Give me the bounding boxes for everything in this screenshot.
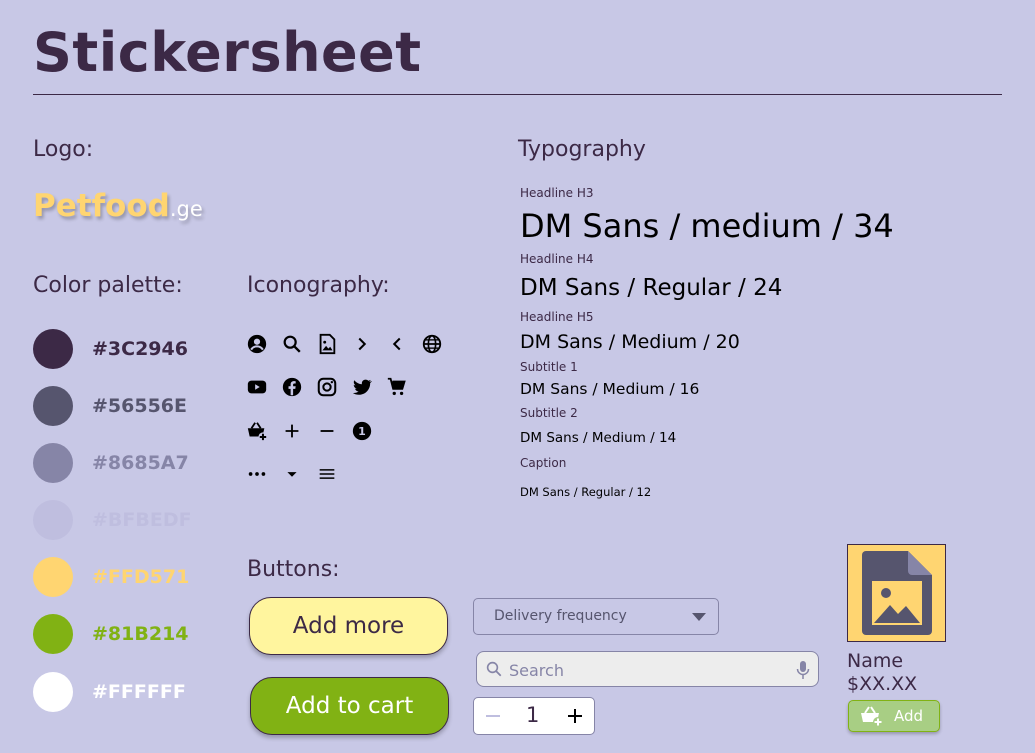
add-product-label: Add <box>894 707 924 725</box>
logo-tld: .ge <box>169 197 203 221</box>
headline-h4-sample: DM Sans / Regular / 24 <box>520 275 783 301</box>
add-to-basket-icon <box>246 420 268 442</box>
chevron-left-icon <box>386 333 408 355</box>
search-bar[interactable] <box>476 651 819 687</box>
globe-icon <box>421 333 443 355</box>
twitter-icon <box>351 376 373 398</box>
search-icon <box>486 661 502 677</box>
chevron-right-icon <box>351 333 373 355</box>
instagram-icon <box>316 376 338 398</box>
color-hex-label: #56556E <box>92 395 187 417</box>
logo-brand: Petfood <box>33 188 170 224</box>
logo-section-label: Logo: <box>33 137 94 162</box>
caption-sample: DM Sans / Regular / 12 <box>520 485 652 499</box>
menu-icon <box>316 463 338 485</box>
decrement-button[interactable] <box>484 707 502 725</box>
typography-section-label: Typography <box>518 137 646 162</box>
youtube-icon <box>246 376 268 398</box>
add-to-cart-button[interactable]: Add to cart <box>250 677 449 735</box>
chevron-down-icon <box>692 613 706 621</box>
dropdown-selected-label: Delivery frequency <box>494 608 627 624</box>
headline-h3-label: Headline H3 <box>520 186 594 200</box>
image-file-icon <box>861 551 932 635</box>
subtitle-1-label: Subtitle 1 <box>520 360 578 374</box>
microphone-icon[interactable] <box>795 660 811 680</box>
account-circle-icon <box>246 333 268 355</box>
add-product-button[interactable]: Add <box>848 700 940 732</box>
subtitle-1-sample: DM Sans / Medium / 16 <box>520 380 700 398</box>
plus-icon <box>281 420 303 442</box>
badge-number: 1 <box>358 425 366 438</box>
search-icon <box>281 333 303 355</box>
color-hex-label: #8685A7 <box>92 452 189 474</box>
color-hex-label: #81B214 <box>92 623 189 645</box>
color-swatch <box>33 557 73 597</box>
color-swatch <box>33 329 73 369</box>
buttons-section-label: Buttons: <box>247 557 340 582</box>
headline-h5-sample: DM Sans / Medium / 20 <box>520 331 740 353</box>
petfood-logo: Petfood.ge <box>33 186 203 229</box>
palette-section-label: Color palette: <box>33 273 183 298</box>
subtitle-2-sample: DM Sans / Medium / 14 <box>520 430 677 446</box>
color-hex-label: #FFFFFF <box>92 681 186 703</box>
increment-button[interactable] <box>566 707 584 725</box>
color-hex-label: #BFBEDF <box>92 509 192 531</box>
search-input[interactable] <box>507 658 791 682</box>
add-more-button[interactable]: Add more <box>249 597 448 655</box>
product-price: $XX.XX <box>847 673 918 695</box>
facebook-icon <box>281 376 303 398</box>
color-swatch <box>33 500 73 540</box>
headline-h4-label: Headline H4 <box>520 252 594 266</box>
image-file-icon <box>316 333 338 355</box>
color-hex-label: #3C2946 <box>92 338 188 360</box>
product-image-placeholder <box>847 544 946 642</box>
color-swatch <box>33 614 73 654</box>
color-swatch <box>33 672 73 712</box>
number-one-badge-icon: 1 <box>351 420 373 442</box>
product-name: Name <box>847 650 904 672</box>
caret-down-icon <box>281 463 303 485</box>
caption-label: Caption <box>520 456 567 470</box>
headline-h5-label: Headline H5 <box>520 310 594 324</box>
more-horizontal-icon <box>246 463 268 485</box>
color-hex-label: #FFD571 <box>92 566 190 588</box>
color-swatch <box>33 443 73 483</box>
quantity-stepper: 1 <box>473 697 595 735</box>
delivery-frequency-dropdown[interactable]: Delivery frequency <box>473 598 719 635</box>
add-to-basket-icon <box>861 706 883 727</box>
iconography-section-label: Iconography: <box>247 273 390 298</box>
title-divider <box>33 94 1002 95</box>
page-title: Stickersheet <box>33 21 422 84</box>
subtitle-2-label: Subtitle 2 <box>520 406 578 420</box>
headline-h3-sample: DM Sans / medium / 34 <box>520 207 894 245</box>
shopping-cart-icon <box>386 376 408 398</box>
minus-icon <box>316 420 338 442</box>
color-swatch <box>33 386 73 426</box>
quantity-value: 1 <box>526 703 540 727</box>
